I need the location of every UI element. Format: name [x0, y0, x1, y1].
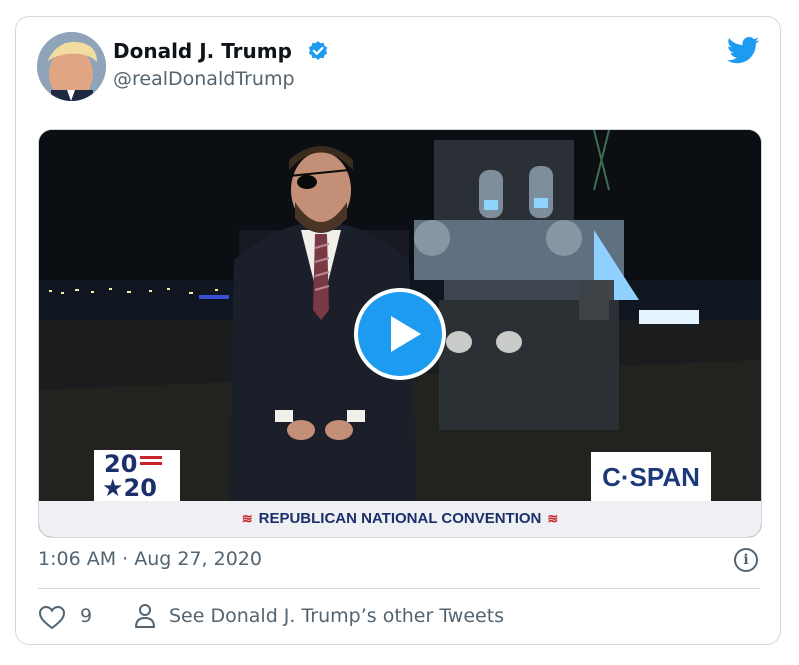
author-handle[interactable]: @realDonaldTrump [113, 68, 295, 90]
video-player[interactable]: 20 ★20 C·SPAN ≋ REPUBLICAN NATIONAL CONVE… [38, 129, 762, 538]
twitter-bird-icon[interactable] [726, 36, 760, 66]
lower-third-banner: ≋ REPUBLICAN NATIONAL CONVENTION ≋ [39, 501, 761, 537]
cspan-logo: C·SPAN [591, 452, 711, 502]
divider [38, 588, 760, 589]
other-tweets-link[interactable]: See Donald J. Trump’s other Tweets [169, 605, 504, 627]
tweet-timestamp[interactable]: 1:06 AM · Aug 27, 2020 [38, 548, 262, 570]
badge-2020-top: 20 [104, 450, 138, 478]
person-icon[interactable] [134, 603, 156, 629]
author-name[interactable]: Donald J. Trump [113, 39, 292, 63]
lower-third-text: REPUBLICAN NATIONAL CONVENTION [258, 510, 542, 527]
verified-badge-icon [308, 41, 328, 60]
play-icon [391, 316, 421, 352]
play-button[interactable] [354, 288, 446, 380]
badge-2020-bottom: ★20 [102, 474, 157, 502]
avatar[interactable] [37, 32, 106, 101]
info-icon[interactable]: i [734, 548, 758, 572]
like-count[interactable]: 9 [80, 605, 92, 627]
rnc-2020-logo: 20 ★20 [94, 450, 180, 502]
heart-icon[interactable] [38, 605, 66, 631]
tweet-card: Donald J. Trump @realDonaldTrump 20 ★20 … [15, 16, 781, 645]
flag-icon: ≋ [241, 511, 253, 526]
flag-icon: ≋ [547, 511, 559, 526]
